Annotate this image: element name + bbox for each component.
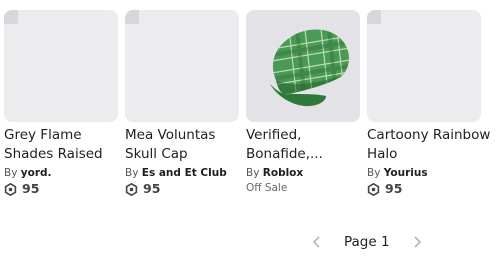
item-thumbnail[interactable] bbox=[246, 10, 360, 122]
pagination: Page 1 bbox=[310, 234, 424, 250]
creator-name[interactable]: Yourius bbox=[384, 167, 428, 179]
item-thumbnail-placeholder[interactable] bbox=[4, 10, 118, 122]
item-card[interactable]: Verified, Bonafide,... By Roblox Off Sal… bbox=[246, 10, 360, 197]
robux-icon bbox=[4, 182, 17, 196]
item-creator: By Yourius bbox=[367, 167, 497, 180]
creator-name[interactable]: Roblox bbox=[263, 167, 303, 179]
price-value: 95 bbox=[22, 181, 40, 196]
item-thumbnail-placeholder[interactable] bbox=[367, 10, 481, 122]
item-title[interactable]: Cartoony Rainbow Halo bbox=[367, 126, 497, 164]
by-label: By bbox=[4, 167, 18, 179]
item-title[interactable]: Grey Flame Shades Raised bbox=[4, 126, 118, 164]
item-card[interactable]: Mea Voluntas Skull Cap By Es and Et Club… bbox=[125, 10, 239, 197]
by-label: By bbox=[246, 167, 260, 179]
by-label: By bbox=[367, 167, 381, 179]
item-creator: By Roblox bbox=[246, 167, 360, 180]
robux-icon bbox=[125, 182, 138, 196]
price-value: 95 bbox=[143, 181, 161, 196]
item-price: 95 bbox=[4, 181, 118, 197]
price-value: 95 bbox=[385, 181, 403, 196]
item-title[interactable]: Mea Voluntas Skull Cap bbox=[125, 126, 239, 164]
placeholder-corner bbox=[367, 10, 381, 24]
item-status: Off Sale bbox=[246, 182, 288, 194]
item-price: 95 bbox=[367, 181, 497, 197]
catalog-page: Grey Flame Shades Raised By yord. 95 Mea… bbox=[0, 0, 501, 256]
item-creator: By yord. bbox=[4, 167, 118, 180]
item-card[interactable]: Grey Flame Shades Raised By yord. 95 bbox=[4, 10, 118, 197]
chevron-right-icon[interactable] bbox=[410, 235, 424, 249]
item-price: 95 bbox=[125, 181, 239, 197]
item-grid: Grey Flame Shades Raised By yord. 95 Mea… bbox=[4, 10, 497, 197]
placeholder-corner bbox=[125, 10, 139, 24]
green-plaid-cap-icon bbox=[270, 29, 349, 107]
placeholder-corner bbox=[4, 10, 18, 24]
by-label: By bbox=[125, 167, 139, 179]
item-creator: By Es and Et Club bbox=[125, 167, 239, 180]
item-thumbnail-placeholder[interactable] bbox=[125, 10, 239, 122]
item-card[interactable]: Cartoony Rainbow Halo By Yourius 95 bbox=[367, 10, 497, 197]
creator-name[interactable]: Es and Et Club bbox=[142, 167, 227, 179]
page-indicator: Page 1 bbox=[344, 234, 390, 250]
robux-icon bbox=[367, 182, 380, 196]
item-title[interactable]: Verified, Bonafide,... bbox=[246, 126, 360, 164]
creator-name[interactable]: yord. bbox=[21, 167, 52, 179]
chevron-left-icon[interactable] bbox=[310, 235, 324, 249]
